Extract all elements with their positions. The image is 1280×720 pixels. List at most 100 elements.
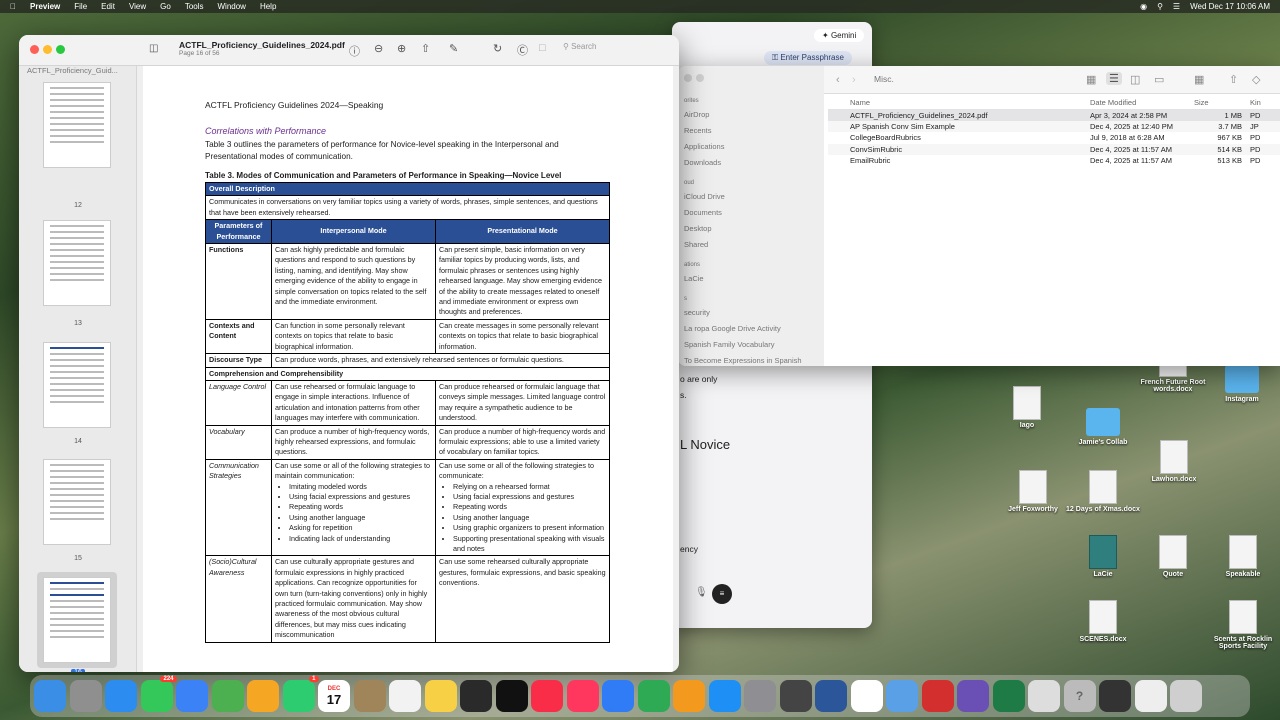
facetime-icon[interactable]: 1	[282, 676, 319, 712]
menu-view[interactable]: View	[129, 2, 146, 11]
sidebar-tag-expressions[interactable]: To Become Expressions in Spanish	[684, 356, 802, 365]
file-row[interactable]: ACTFL_Proficiency_Guidelines_2024.pdf Ap…	[828, 109, 1280, 121]
gemini-button[interactable]: ✦ Gemini	[814, 29, 865, 42]
excel-icon[interactable]	[992, 680, 1025, 712]
desktop-icon-speakable[interactable]: Speakable	[1203, 535, 1280, 578]
column-date-modified[interactable]: Date Modified	[1090, 96, 1194, 110]
sidebar-item-downloads[interactable]: Downloads	[684, 158, 721, 167]
thumbnail-page[interactable]	[43, 459, 111, 545]
file-icon[interactable]	[1028, 680, 1060, 712]
markup-icon[interactable]: ✎	[449, 42, 458, 55]
menu-go[interactable]: Go	[160, 2, 171, 11]
menu-file[interactable]: File	[74, 2, 87, 11]
finder-window[interactable]: orites AirDrop Recents Applications Down…	[678, 66, 1280, 366]
finder-icon[interactable]	[34, 680, 66, 712]
news-icon[interactable]	[566, 680, 599, 712]
file-row[interactable]: AP Spanish Conv Sim Example Dec 4, 2025 …	[828, 120, 1280, 132]
desktop-icon-jamies-collab[interactable]: Jamie's Collab	[1063, 408, 1143, 446]
microphone-icon[interactable]: 🎙	[695, 587, 708, 598]
desktop-icon-french[interactable]: French Future Root words.docx	[1133, 365, 1213, 393]
back-icon[interactable]: ‹	[836, 74, 840, 86]
menu-help[interactable]: Help	[260, 2, 276, 11]
sidebar-item-shared[interactable]: Shared	[684, 240, 708, 249]
system-settings-icon[interactable]	[744, 680, 776, 712]
desktop-icon-quote[interactable]: Quote	[1133, 535, 1213, 578]
gallery-view-icon[interactable]: ▭	[1154, 73, 1164, 86]
sidebar-item-applications[interactable]: Applications	[684, 142, 724, 151]
sidebar-tag-security[interactable]: security	[684, 308, 710, 317]
rotate-icon[interactable]: ↻	[493, 42, 502, 55]
share-icon[interactable]: ⇧	[1229, 73, 1238, 86]
notes-icon[interactable]	[424, 680, 457, 712]
control-center-icon[interactable]: ☰	[1173, 2, 1180, 11]
launchpad-icon[interactable]	[69, 680, 102, 712]
menu-tools[interactable]: Tools	[185, 2, 204, 11]
search-field[interactable]: ⚲ Search	[563, 42, 596, 51]
wifi-icon[interactable]: ◉	[1140, 2, 1147, 11]
sidebar-item-icloud-drive[interactable]: iCloud Drive	[684, 192, 725, 201]
sidebar-tag-family-vocab[interactable]: Spanish Family Vocabulary	[684, 340, 774, 349]
word-icon[interactable]	[815, 680, 847, 712]
minimize-button[interactable]	[43, 45, 52, 54]
menu-window[interactable]: Window	[218, 2, 246, 11]
reminders-icon[interactable]	[389, 680, 421, 712]
contacts-icon[interactable]	[353, 680, 386, 712]
desktop-icon-lacie[interactable]: LaCie	[1063, 535, 1143, 578]
pages-icon[interactable]	[673, 680, 705, 712]
thumbnail-page[interactable]	[43, 220, 111, 306]
voice-mode-icon[interactable]: ≡	[712, 584, 732, 604]
music-icon[interactable]	[531, 680, 563, 712]
column-view-icon[interactable]: ◫	[1130, 73, 1140, 86]
sidebar-item-documents[interactable]: Documents	[684, 208, 722, 217]
desktop-icon-jeff-foxworthy[interactable]: Jeff Foxworthy	[993, 470, 1073, 513]
trash-icon[interactable]	[1170, 680, 1202, 712]
file-row[interactable]: ConvSimRubric Dec 4, 2025 at 11:57 AM 51…	[828, 143, 1280, 155]
column-name[interactable]: Name	[828, 96, 1090, 110]
icon-view-icon[interactable]: ▦	[1086, 73, 1096, 86]
thumbnail-page-current[interactable]	[43, 577, 111, 663]
maps-icon[interactable]	[211, 680, 244, 712]
column-kind[interactable]: Kin	[1250, 96, 1280, 110]
menu-app-name[interactable]: Preview	[30, 2, 60, 11]
menubar-clock[interactable]: Wed Dec 17 10:06 AM	[1190, 2, 1270, 11]
thumbnail-page[interactable]	[43, 82, 111, 168]
close-button[interactable]	[30, 45, 39, 54]
apple-menu-icon[interactable]: 	[10, 2, 16, 11]
preview-window[interactable]: ◫ ACTFL_Proficiency_Guidelines_2024.pdf …	[19, 35, 679, 672]
group-icon[interactable]: ▦	[1194, 73, 1204, 86]
thumbnail-page[interactable]	[43, 342, 111, 428]
annotate-icon[interactable]: Ⓒ	[517, 42, 528, 58]
passphrase-button[interactable]: ⚿ Enter Passphrase	[764, 51, 852, 65]
safari-icon[interactable]	[105, 680, 137, 712]
forward-icon[interactable]: ›	[852, 74, 856, 86]
desktop-icon-instagram[interactable]: Instagram	[1202, 365, 1280, 403]
keynote-icon[interactable]	[602, 680, 634, 712]
form-fill-icon[interactable]: □	[539, 42, 546, 54]
photos-icon[interactable]	[247, 680, 279, 712]
desktop-icon-lawhon[interactable]: Lawhon.docx	[1134, 440, 1214, 483]
sidebar-item-airdrop[interactable]: AirDrop	[684, 110, 709, 119]
file-row[interactable]: EmailRubric Dec 4, 2025 at 11:57 AM 513 …	[828, 155, 1280, 167]
desktop-icon-iago[interactable]: Iago	[987, 386, 1067, 429]
preview-icon[interactable]	[886, 680, 918, 712]
sidebar-toggle-icon[interactable]: ◫	[149, 43, 158, 54]
info-icon[interactable]: ⓘ	[349, 43, 360, 59]
desktop-icon-scenes[interactable]: SCENES.docx	[1063, 600, 1143, 643]
document-icon[interactable]	[1134, 680, 1167, 712]
zoom-out-icon[interactable]: ⊖	[374, 42, 383, 55]
desktop-icon-scents[interactable]: Scents at Rocklin Sports Facility	[1203, 600, 1280, 650]
freeform-icon[interactable]	[460, 680, 492, 712]
zoom-button[interactable]	[56, 45, 65, 54]
sidebar-tag-la-ropa[interactable]: La ropa Google Drive Activity	[684, 324, 781, 333]
iphone-mirroring-icon[interactable]	[779, 680, 812, 712]
desktop-icon-12-days[interactable]: 12 Days of Xmas.docx	[1063, 470, 1143, 513]
menu-edit[interactable]: Edit	[101, 2, 115, 11]
column-size[interactable]: Size	[1194, 96, 1250, 110]
calendar-icon[interactable]: DEC 17	[318, 680, 350, 712]
search-icon[interactable]: ⚲	[1157, 2, 1163, 11]
zoom-in-icon[interactable]: ⊕	[397, 42, 406, 55]
acrobat-icon[interactable]	[921, 680, 954, 712]
tag-icon[interactable]: ◇	[1252, 73, 1260, 86]
file-row[interactable]: CollegeBoardRubrics Jul 9, 2018 at 6:28 …	[828, 132, 1280, 144]
imovie-icon[interactable]	[957, 680, 989, 712]
